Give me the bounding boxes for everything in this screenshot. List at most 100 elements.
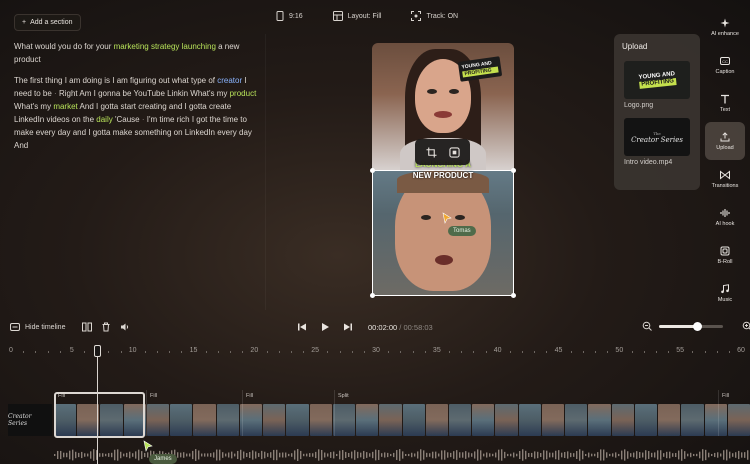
transcript-text[interactable]: Right Am I gonna be YouTube Linkin What'… [57, 89, 230, 98]
segment-label[interactable]: Fill [246, 393, 253, 399]
upload-icon [720, 131, 730, 141]
transcript-paragraph[interactable]: What would you do for your marketing str… [14, 40, 259, 66]
resize-handle[interactable] [370, 293, 375, 298]
waveform-bar [312, 453, 314, 457]
replace-icon[interactable] [448, 146, 460, 158]
transcript-text[interactable]: The first thing I am doing is I am figur… [14, 76, 217, 85]
rail-item-ai-hook[interactable]: AI hook [705, 198, 745, 236]
creator-series-thumbnail: The Creator Series [631, 130, 683, 144]
rail-item-text[interactable]: Text [705, 84, 745, 122]
waveform-bar [456, 450, 458, 460]
sparkle-icon [720, 18, 730, 27]
track-button[interactable]: Track: ON [411, 11, 458, 21]
rail-item-b-roll[interactable]: B-Roll [705, 236, 745, 274]
intro-clip[interactable]: Creator Series [8, 404, 52, 436]
waveform-bar [177, 452, 179, 458]
waveform-bar [726, 449, 728, 461]
rail-item-upload[interactable]: Upload [705, 122, 745, 160]
split-icon[interactable] [82, 322, 93, 332]
waveform-bar [276, 449, 278, 461]
upload-item-logo[interactable]: YOUNG AND PROFITING [624, 61, 690, 99]
clip-frames[interactable] [54, 404, 750, 436]
waveform-bar [123, 453, 125, 457]
selected-clip-outline[interactable] [54, 392, 145, 438]
waveform-bar [291, 453, 293, 457]
play-icon[interactable] [320, 322, 330, 332]
logo-thumbnail: YOUNG AND PROFITING [638, 71, 676, 89]
waveform-bar [621, 450, 623, 460]
transcript-keyword[interactable]: market [53, 102, 77, 111]
transcript-keyword[interactable]: product [230, 89, 257, 98]
zoom-in-icon[interactable] [742, 321, 750, 331]
hide-timeline-label: Hide timeline [25, 323, 66, 331]
waveform-bar [504, 451, 506, 459]
waveform-bar [537, 451, 539, 459]
transcript-text[interactable]: 'Cause [113, 115, 142, 124]
waveform-bar [699, 451, 701, 459]
ruler-tick-label: 10 [128, 347, 137, 354]
waveform-bar [120, 451, 122, 459]
trash-icon[interactable] [101, 322, 111, 332]
ruler-minor-tick [169, 351, 171, 353]
timeline-ruler[interactable]: 0 5 10 15 20 25 30 35 40 45 50 55 60 [0, 344, 750, 360]
resize-handle[interactable] [511, 168, 516, 173]
preview-bottom-clip[interactable] [372, 170, 514, 296]
waveform-bar [186, 453, 188, 457]
rail-item-transitions[interactable]: Transitions [705, 160, 745, 198]
zoom-slider[interactable] [659, 321, 723, 331]
clip-frame [216, 404, 239, 436]
zoom-slider-knob[interactable] [693, 321, 703, 331]
playhead[interactable] [97, 350, 98, 464]
caption-line[interactable]: NEW PRODUCT [372, 171, 514, 180]
rail-item-ai-enhance[interactable]: AI enhance [705, 8, 745, 46]
crop-icon[interactable] [425, 146, 437, 158]
rail-item-caption[interactable]: CC Caption [705, 46, 745, 84]
transcript-keyword[interactable]: daily [96, 115, 112, 124]
zoom-out-icon[interactable] [642, 321, 652, 331]
transcript-keyword[interactable]: marketing strategy launching [114, 42, 216, 51]
transcript-paragraph[interactable]: The first thing I am doing is I am figur… [14, 74, 259, 152]
upload-item-intro-video[interactable]: The Creator Series [624, 118, 690, 156]
segment-label[interactable]: Fill [722, 393, 729, 399]
resize-handle[interactable] [511, 293, 516, 298]
waveform-bar [495, 452, 497, 458]
waveform-bar [642, 452, 644, 458]
waveform-bar [348, 452, 350, 458]
playhead-handle[interactable] [94, 345, 101, 357]
waveform-bar [345, 451, 347, 459]
clip-frame [611, 404, 634, 436]
caption-icon: CC [720, 56, 730, 65]
waveform-bar [213, 452, 215, 458]
logo-sticker[interactable]: YOUNG AND PROFITING [457, 56, 503, 82]
ruler-minor-tick [290, 351, 292, 353]
segment-label[interactable]: Split [338, 393, 349, 399]
skip-back-icon[interactable] [297, 322, 307, 332]
timeline-toolbar: Hide timeline 00:02:00 / 00:58:03 [0, 315, 750, 339]
waveform-bar [399, 449, 401, 461]
waveform-bar [90, 451, 92, 459]
segment-label[interactable]: Fill [150, 393, 157, 399]
waveform-bar [339, 450, 341, 460]
waveform-bar [324, 452, 326, 458]
rail-item-label: AI hook [715, 220, 735, 227]
transcript-keyword[interactable]: creator [217, 76, 242, 85]
ruler-minor-tick [716, 351, 718, 353]
hide-timeline-button[interactable]: Hide timeline [10, 323, 65, 331]
rail-item-music[interactable]: Music [705, 274, 745, 312]
waveform-bar [477, 449, 479, 461]
add-section-button[interactable]: + Add a section [14, 14, 81, 31]
volume-icon[interactable] [120, 322, 130, 332]
waveform-bar [360, 452, 362, 458]
transcript-panel[interactable]: What would you do for your marketing str… [14, 40, 259, 160]
cursor-arrow-icon [143, 440, 153, 452]
ruler-minor-tick [582, 351, 584, 353]
resize-handle[interactable] [370, 168, 375, 173]
ruler-tick-label: 50 [615, 347, 624, 354]
skip-forward-icon[interactable] [343, 322, 353, 332]
layout-button[interactable]: Layout: Fill [332, 11, 381, 21]
aspect-ratio-button[interactable]: 9:16 [276, 11, 303, 21]
transcript-text[interactable]: What would you do for your [14, 42, 114, 51]
transcript-text[interactable]: What's my [14, 102, 53, 111]
ruler-minor-tick [449, 351, 450, 353]
thumb-title: Creator Series [631, 136, 683, 144]
